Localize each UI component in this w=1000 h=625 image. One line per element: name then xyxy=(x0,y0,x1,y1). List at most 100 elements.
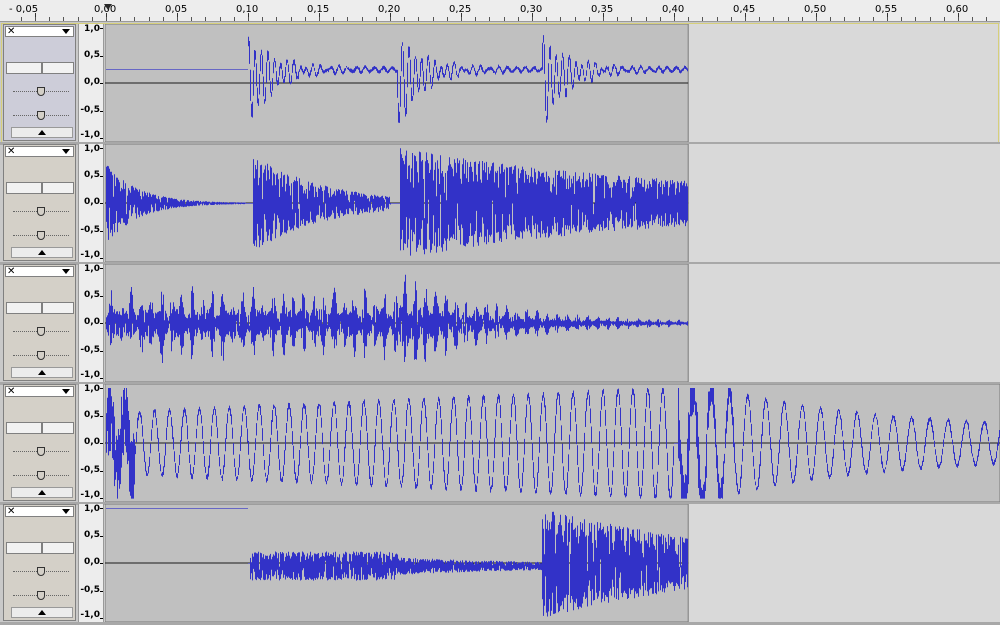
track-title-bar[interactable]: ✕ xyxy=(5,26,74,37)
gain-slider-thumb[interactable] xyxy=(37,447,45,456)
amplitude-tick xyxy=(100,55,103,57)
ruler-minor-tick xyxy=(787,17,789,21)
ruler-minor-tick xyxy=(759,17,761,21)
close-track-icon[interactable]: ✕ xyxy=(7,266,15,277)
time-ruler[interactable]: - 0,05 0,00 0,05 0,10 0,15 0,20 0,25 0,30 0,35 0,… xyxy=(0,0,1000,22)
close-track-icon[interactable]: ✕ xyxy=(7,386,15,397)
track-control-panel[interactable]: ✕ xyxy=(3,144,76,261)
collapse-track-button[interactable] xyxy=(11,127,73,138)
amplitude-label: -0,5 xyxy=(80,104,100,115)
ruler-minor-tick xyxy=(503,17,505,21)
collapse-track-button[interactable] xyxy=(11,247,73,258)
mute-button[interactable] xyxy=(6,182,42,194)
ruler-minor-tick xyxy=(390,17,391,21)
track-title-bar[interactable]: ✕ xyxy=(5,146,74,157)
ruler-label: - 0,05 xyxy=(9,4,39,15)
track-menu-dropdown-icon[interactable] xyxy=(62,509,70,514)
pan-slider-thumb[interactable] xyxy=(37,111,45,120)
amplitude-label: -0,5 xyxy=(80,224,100,235)
ruler-minor-tick xyxy=(319,17,320,21)
amplitude-tick xyxy=(100,138,103,139)
ruler-minor-tick xyxy=(461,17,462,21)
waveform-view[interactable] xyxy=(105,144,1000,262)
waveform-view[interactable] xyxy=(105,384,1000,502)
ruler-minor-tick xyxy=(688,17,690,21)
audio-track[interactable]: ✕ 1,0 0,5 0,0 -0,5 -1,0 xyxy=(0,23,1000,143)
audio-track[interactable]: ✕ 1,0 0,5 0,0 -0,5 -1,0 xyxy=(0,144,1000,262)
pan-slider-thumb[interactable] xyxy=(37,351,45,360)
amplitude-label: 0,0 xyxy=(84,437,100,447)
ruler-minor-tick xyxy=(603,17,604,21)
gain-slider-thumb[interactable] xyxy=(37,207,45,216)
amplitude-tick xyxy=(100,508,103,509)
mute-button[interactable] xyxy=(6,302,42,314)
close-track-icon[interactable]: ✕ xyxy=(7,146,15,157)
mute-button[interactable] xyxy=(6,422,42,434)
pan-slider-thumb[interactable] xyxy=(37,231,45,240)
amplitude-label: 1,0 xyxy=(84,144,100,154)
gain-slider-thumb[interactable] xyxy=(37,87,45,96)
track-menu-dropdown-icon[interactable] xyxy=(62,149,70,154)
collapse-arrow-icon xyxy=(38,490,46,495)
collapse-track-button[interactable] xyxy=(11,607,73,618)
amplitude-tick xyxy=(100,295,103,297)
ruler-minor-tick xyxy=(276,17,278,21)
ruler-minor-tick xyxy=(702,17,704,21)
ruler-minor-tick xyxy=(730,17,732,21)
ruler-minor-tick xyxy=(745,17,746,21)
ruler-minor-tick xyxy=(35,17,36,21)
ruler-minor-tick xyxy=(219,17,221,21)
collapse-track-button[interactable] xyxy=(11,487,73,498)
track-menu-dropdown-icon[interactable] xyxy=(62,389,70,394)
audio-track[interactable]: ✕ 1,0 0,5 0,0 -0,5 -1,0 xyxy=(0,504,1000,622)
ruler-minor-tick xyxy=(20,17,22,21)
pan-slider-thumb[interactable] xyxy=(37,591,45,600)
ruler-minor-tick xyxy=(560,17,562,21)
amplitude-tick xyxy=(100,618,103,619)
mute-button[interactable] xyxy=(6,62,42,74)
mute-button[interactable] xyxy=(6,542,42,554)
amplitude-tick xyxy=(100,258,103,259)
ruler-minor-tick xyxy=(631,17,633,21)
audio-track[interactable]: ✕ 1,0 0,5 0,0 -0,5 -1,0 xyxy=(0,264,1000,382)
ruler-minor-tick xyxy=(517,17,519,21)
ruler-minor-tick xyxy=(617,17,619,21)
track-control-panel[interactable]: ✕ xyxy=(3,384,76,501)
track-menu-dropdown-icon[interactable] xyxy=(62,29,70,34)
solo-button[interactable] xyxy=(42,62,74,74)
track-title-bar[interactable]: ✕ xyxy=(5,506,74,517)
collapse-arrow-icon xyxy=(38,250,46,255)
ruler-minor-tick xyxy=(588,17,590,21)
collapse-track-button[interactable] xyxy=(11,367,73,378)
pan-slider-thumb[interactable] xyxy=(37,471,45,480)
playhead-marker[interactable] xyxy=(104,4,112,10)
track-control-panel[interactable]: ✕ xyxy=(3,504,76,621)
track-title-bar[interactable]: ✕ xyxy=(5,386,74,397)
close-track-icon[interactable]: ✕ xyxy=(7,26,15,37)
ruler-minor-tick xyxy=(801,17,803,21)
solo-button[interactable] xyxy=(42,182,74,194)
ruler-minor-tick xyxy=(872,17,874,21)
solo-button[interactable] xyxy=(42,422,74,434)
track-control-panel[interactable]: ✕ xyxy=(3,24,76,141)
ruler-minor-tick xyxy=(361,17,363,21)
ruler-minor-tick xyxy=(915,17,917,21)
amplitude-ruler: 1,0 0,5 0,0 -0,5 -1,0 xyxy=(78,264,104,382)
ruler-minor-tick xyxy=(716,17,718,21)
solo-button[interactable] xyxy=(42,302,74,314)
ruler-minor-tick xyxy=(546,17,548,21)
solo-button[interactable] xyxy=(42,542,74,554)
waveform-view[interactable] xyxy=(105,504,1000,622)
waveform-view[interactable] xyxy=(105,24,1000,142)
ruler-minor-tick xyxy=(205,17,207,21)
track-control-panel[interactable]: ✕ xyxy=(3,264,76,381)
audio-track[interactable]: ✕ 1,0 0,5 0,0 -0,5 -1,0 xyxy=(0,384,1000,502)
close-track-icon[interactable]: ✕ xyxy=(7,506,15,517)
track-title-bar[interactable]: ✕ xyxy=(5,266,74,277)
gain-slider-thumb[interactable] xyxy=(37,567,45,576)
ruler-minor-tick xyxy=(262,17,264,21)
waveform-view[interactable] xyxy=(105,264,1000,382)
track-menu-dropdown-icon[interactable] xyxy=(62,269,70,274)
amplitude-tick xyxy=(100,378,103,379)
gain-slider-thumb[interactable] xyxy=(37,327,45,336)
